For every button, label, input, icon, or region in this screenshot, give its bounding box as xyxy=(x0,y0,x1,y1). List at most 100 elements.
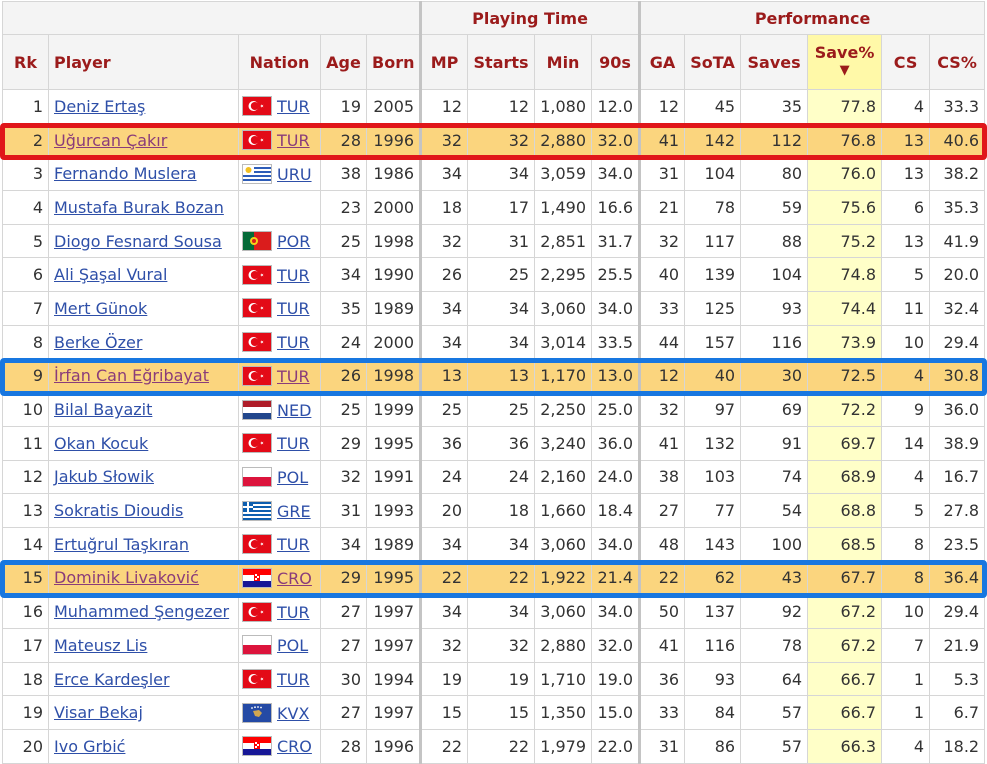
header-ga[interactable]: GA xyxy=(638,34,686,90)
header-born[interactable]: Born xyxy=(365,34,422,90)
sota-cell: 103 xyxy=(684,459,742,495)
nation-link[interactable]: TUR xyxy=(277,131,310,150)
nation-link[interactable]: NED xyxy=(277,401,311,420)
player-link[interactable]: Fernando Muslera xyxy=(54,164,197,183)
nation-link[interactable]: TUR xyxy=(277,299,310,318)
cs-pct-cell: 29.4 xyxy=(929,324,986,360)
cs-cell: 4 xyxy=(881,459,931,495)
saves-cell: 88 xyxy=(740,223,809,259)
nation-link[interactable]: TUR xyxy=(277,670,310,689)
rank-cell: 17 xyxy=(2,628,49,663)
header-age[interactable]: Age xyxy=(320,34,367,90)
rank-cell: 7 xyxy=(2,291,49,326)
header-cs[interactable]: CS xyxy=(881,34,931,90)
header-mp[interactable]: MP xyxy=(419,34,469,90)
nation-cell: CRO xyxy=(238,729,321,764)
nation-link[interactable]: CRO xyxy=(277,569,312,588)
header-rk[interactable]: Rk xyxy=(2,34,49,90)
min-cell: 1,170 xyxy=(534,358,593,394)
player-link[interactable]: Dominik Livaković xyxy=(54,568,199,587)
header-min[interactable]: Min xyxy=(534,34,593,90)
save-pct-cell: 76.0 xyxy=(807,156,883,192)
cs-cell: 6 xyxy=(881,190,931,225)
player-link[interactable]: Uğurcan Çakır xyxy=(54,131,167,150)
nation-cell: GRE xyxy=(238,493,321,528)
header-save-pct[interactable]: Save% ▼ xyxy=(807,34,883,90)
nation-link[interactable]: TUR xyxy=(277,333,310,352)
player-cell: Ivo Grbić xyxy=(48,729,239,764)
nation-link[interactable]: TUR xyxy=(277,97,310,116)
cs-cell: 9 xyxy=(881,392,931,427)
player-link[interactable]: Diogo Fesnard Sousa xyxy=(54,232,222,251)
cs-cell: 1 xyxy=(881,695,931,731)
starts-cell: 22 xyxy=(467,560,536,596)
player-link[interactable]: Mateusz Lis xyxy=(54,636,147,655)
age-cell: 30 xyxy=(320,661,367,697)
mp-cell: 36 xyxy=(419,425,469,461)
header-nation[interactable]: Nation xyxy=(238,34,321,90)
nation-link[interactable]: CRO xyxy=(277,737,312,756)
table-row: 11 Okan Kocuk TUR 29 1995 36 36 3,240 36.0 41 132 9… xyxy=(2,425,986,461)
born-cell: 1989 xyxy=(365,526,422,562)
starts-cell: 24 xyxy=(467,459,536,495)
player-link[interactable]: İrfan Can Eğribayat xyxy=(54,366,209,385)
born-cell: 1995 xyxy=(365,560,422,596)
nineties-cell: 15.0 xyxy=(591,695,641,731)
player-cell: Berke Özer xyxy=(48,324,239,360)
nation-link[interactable]: GRE xyxy=(277,502,311,521)
player-link[interactable]: Mert Günok xyxy=(54,299,147,318)
header-player[interactable]: Player xyxy=(48,34,239,90)
nation-link[interactable]: POL xyxy=(277,468,308,487)
player-link[interactable]: Ivo Grbić xyxy=(54,737,125,756)
nation-link[interactable]: TUR xyxy=(277,603,310,622)
table-row: 1 Deniz Ertaş TUR 19 2005 12 12 1,080 12.0 12 45 35… xyxy=(2,89,986,124)
ga-cell: 12 xyxy=(638,89,686,124)
sota-cell: 86 xyxy=(684,729,742,764)
starts-cell: 18 xyxy=(467,493,536,528)
cs-cell: 5 xyxy=(881,257,931,293)
player-link[interactable]: Visar Bekaj xyxy=(54,703,143,722)
player-link[interactable]: Ertuğrul Taşkıran xyxy=(54,535,189,554)
player-link[interactable]: Muhammed Şengezer xyxy=(54,602,229,621)
player-cell: Bilal Bayazit xyxy=(48,392,239,427)
born-cell: 1986 xyxy=(365,156,422,192)
min-cell: 1,080 xyxy=(534,89,593,124)
nation-link[interactable]: TUR xyxy=(277,367,310,386)
nation-link[interactable]: URU xyxy=(277,165,312,184)
ga-cell: 41 xyxy=(638,628,686,663)
nation-link[interactable]: POR xyxy=(277,232,310,251)
nation-link[interactable]: TUR xyxy=(277,266,310,285)
ga-cell: 32 xyxy=(638,392,686,427)
mp-cell: 13 xyxy=(419,358,469,394)
player-link[interactable]: Ali Şaşal Vural xyxy=(54,265,167,284)
nation-link[interactable]: TUR xyxy=(277,434,310,453)
header-cs-pct[interactable]: CS% xyxy=(929,34,986,90)
nation-link[interactable]: TUR xyxy=(277,535,310,554)
header-saves[interactable]: Saves xyxy=(740,34,809,90)
mp-cell: 22 xyxy=(419,729,469,764)
saves-cell: 93 xyxy=(740,291,809,326)
player-link[interactable]: Okan Kocuk xyxy=(54,434,148,453)
age-cell: 27 xyxy=(320,594,367,629)
player-link[interactable]: Sokratis Dioudis xyxy=(54,501,183,520)
starts-cell: 32 xyxy=(467,628,536,663)
rank-cell: 2 xyxy=(2,122,49,158)
player-cell: Mustafa Burak Bozan xyxy=(48,190,239,225)
player-link[interactable]: Berke Özer xyxy=(54,333,142,352)
nation-link[interactable]: POL xyxy=(277,636,308,655)
starts-cell: 34 xyxy=(467,594,536,629)
ga-cell: 22 xyxy=(638,560,686,596)
player-link[interactable]: Jakub Słowik xyxy=(54,467,154,486)
header-90s[interactable]: 90s xyxy=(591,34,641,90)
table-row: 8 Berke Özer TUR 24 2000 34 34 3,014 33.5 44 157 11… xyxy=(2,324,986,360)
nation-link[interactable]: KVX xyxy=(277,704,309,723)
header-starts[interactable]: Starts xyxy=(467,34,536,90)
rank-cell: 18 xyxy=(2,661,49,697)
player-link[interactable]: Deniz Ertaş xyxy=(54,97,145,116)
header-sota[interactable]: SoTA xyxy=(684,34,742,90)
cs-cell: 8 xyxy=(881,560,931,596)
player-link[interactable]: Erce Kardeşler xyxy=(54,670,170,689)
player-link[interactable]: Bilal Bayazit xyxy=(54,400,152,419)
player-link[interactable]: Mustafa Burak Bozan xyxy=(54,198,224,217)
age-cell: 25 xyxy=(320,392,367,427)
